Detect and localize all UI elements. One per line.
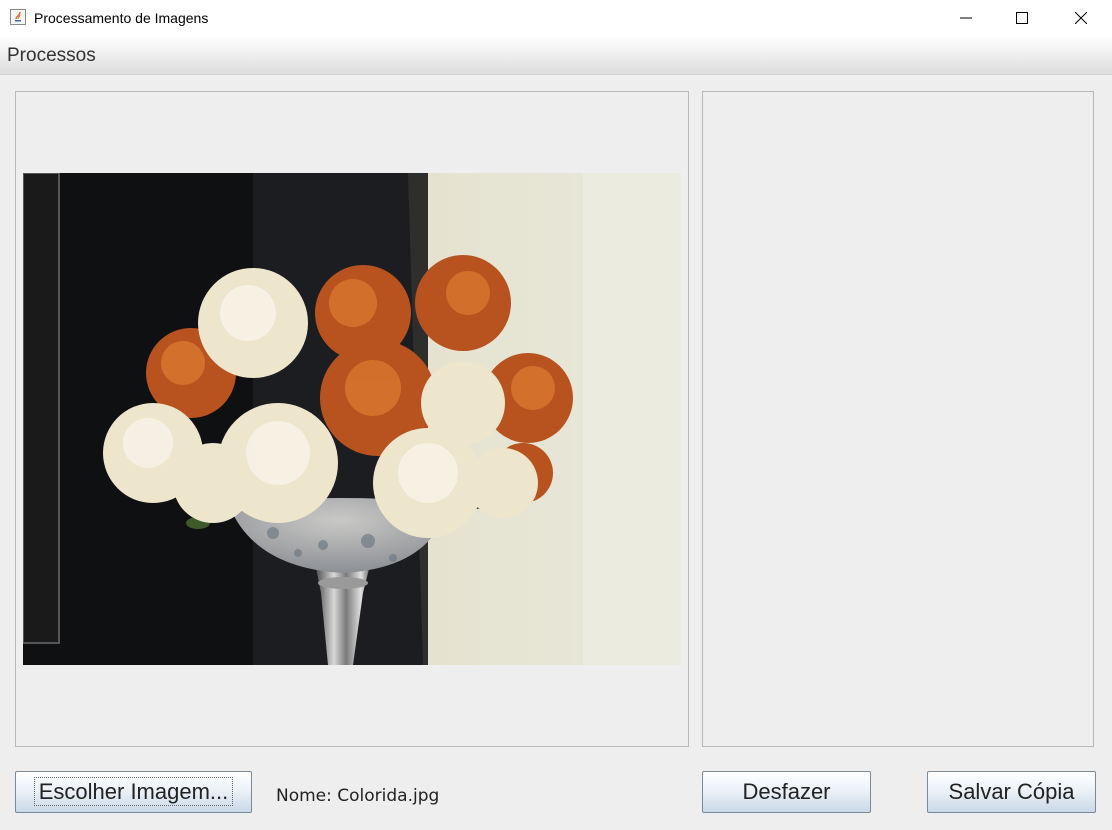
save-copy-label: Salvar Cópia <box>948 779 1075 804</box>
undo-button[interactable]: Desfazer <box>702 771 871 813</box>
save-copy-button[interactable]: Salvar Cópia <box>927 771 1096 813</box>
minimize-button[interactable] <box>937 0 995 36</box>
file-name-label: Nome: Colorida.jpg <box>276 786 440 806</box>
close-icon <box>1075 12 1087 24</box>
original-image <box>23 173 681 665</box>
undo-label: Desfazer <box>742 779 831 804</box>
menu-bar: Processos <box>0 36 1112 75</box>
maximize-icon <box>1016 12 1028 24</box>
minimize-icon <box>960 17 972 19</box>
flower-vase-photo <box>23 173 681 665</box>
focus-ring <box>34 777 233 806</box>
maximize-button[interactable] <box>993 0 1051 36</box>
menu-processos[interactable]: Processos <box>7 45 96 67</box>
close-button[interactable] <box>1052 0 1110 36</box>
choose-image-button[interactable]: Escolher Imagem... <box>15 771 252 813</box>
result-image-panel <box>702 91 1094 747</box>
window-title: Processamento de Imagens <box>34 10 209 26</box>
java-icon <box>10 9 26 25</box>
title-bar: Processamento de Imagens <box>0 0 1112 36</box>
